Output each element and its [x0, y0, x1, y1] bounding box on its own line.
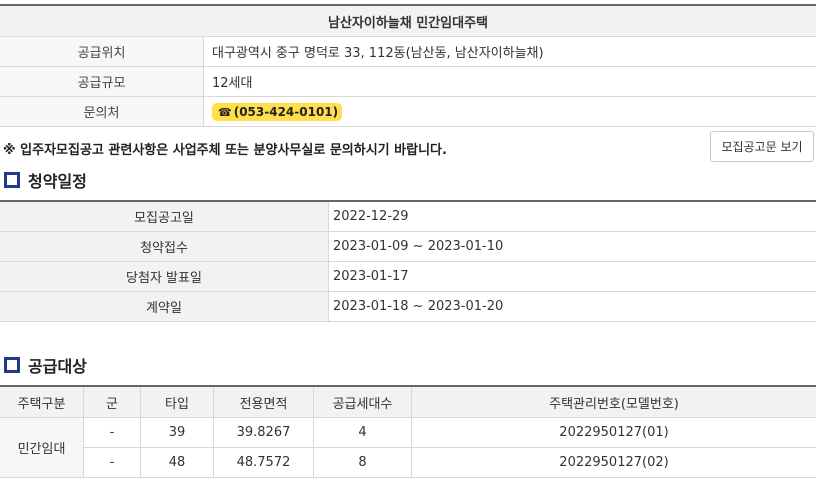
square-bullet-icon [4, 357, 20, 373]
location-label: 공급위치 [0, 36, 204, 67]
supply-header: 타입 [140, 386, 214, 418]
supply-code: 2022950127(01) [411, 417, 816, 448]
supply-header: 주택구분 [0, 386, 84, 418]
supply-gun: - [83, 417, 141, 448]
phone-number: (053-424-0101) [233, 104, 339, 119]
table-row: 민간임대 - 39 39.8267 4 2022950127(01) [0, 417, 816, 478]
schedule-table: 모집공고일 2022-12-29 청약접수 2023-01-09 ~ 2023-… [0, 200, 816, 322]
schedule-label: 청약접수 [0, 231, 329, 262]
supply-code: 2022950127(02) [411, 447, 816, 478]
table-row: - 48 48.7572 8 2022950127(02) [0, 447, 816, 478]
supply-area: 48.7572 [213, 447, 314, 478]
schedule-heading-text: 청약일정 [28, 172, 87, 191]
supply-header: 군 [83, 386, 141, 418]
schedule-label: 계약일 [0, 291, 329, 322]
square-bullet-icon [4, 172, 20, 188]
location-value: 대구광역시 중구 명덕로 33, 112동(남산동, 남산자이하늘채) [203, 36, 816, 67]
housing-info-table: 남산자이하늘채 민간임대주택 공급위치 대구광역시 중구 명덕로 33, 112… [0, 4, 816, 127]
scale-value: 12세대 [203, 66, 816, 97]
supply-units: 8 [313, 447, 412, 478]
supply-type: 39 [140, 417, 214, 448]
schedule-label: 모집공고일 [0, 201, 329, 232]
supply-type: 48 [140, 447, 214, 478]
supply-header: 전용면적 [213, 386, 314, 418]
supply-area: 39.8267 [213, 417, 314, 448]
supply-table: 주택구분 군 타입 전용면적 공급세대수 주택관리번호(모델번호) 민간임대 -… [0, 385, 816, 478]
supply-heading-text: 공급대상 [28, 357, 87, 376]
supply-gun: - [83, 447, 141, 478]
supply-units: 4 [313, 417, 412, 448]
notice-text: ※ 입주자모집공고 관련사항은 사업주체 또는 분양사무실로 문의하시기 바랍니… [3, 143, 447, 158]
phone-icon: ☎ [218, 105, 232, 119]
contact-label: 문의처 [0, 96, 204, 127]
view-notice-button[interactable]: 모집공고문 보기 [710, 131, 814, 162]
schedule-value: 2023-01-18 ~ 2023-01-20 [328, 291, 816, 322]
schedule-value: 2022-12-29 [328, 201, 816, 232]
supply-header: 공급세대수 [313, 386, 412, 418]
contact-value: ☎ (053-424-0101) [203, 96, 816, 127]
supply-header: 주택관리번호(모델번호) [411, 386, 816, 418]
page: 남산자이하늘채 민간임대주택 공급위치 대구광역시 중구 명덕로 33, 112… [0, 0, 816, 486]
phone-badge[interactable]: ☎ (053-424-0101) [212, 102, 343, 121]
schedule-label: 당첨자 발표일 [0, 261, 329, 292]
housing-title: 남산자이하늘채 민간임대주택 [0, 5, 816, 37]
schedule-value: 2023-01-09 ~ 2023-01-10 [328, 231, 816, 262]
scale-label: 공급규모 [0, 66, 204, 97]
schedule-heading: 청약일정 [4, 168, 87, 192]
supply-heading: 공급대상 [4, 353, 87, 377]
schedule-value: 2023-01-17 [328, 261, 816, 292]
supply-group: 민간임대 [0, 417, 84, 478]
